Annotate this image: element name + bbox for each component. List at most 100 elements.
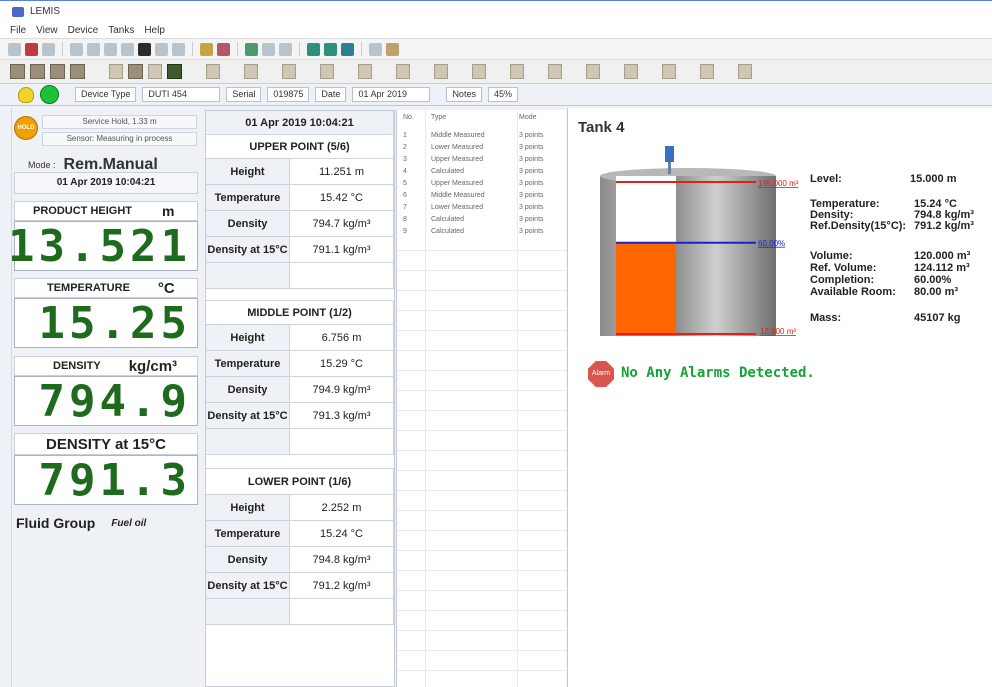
list-item[interactable]: 7 Lower Measured 3 points xyxy=(397,204,567,211)
list-item[interactable]: 8 Calculated 3 points xyxy=(397,216,567,223)
tank-8-button[interactable] xyxy=(167,64,182,79)
menu-help[interactable]: Help xyxy=(144,25,165,36)
menu-view[interactable]: View xyxy=(36,25,58,36)
filter-icon[interactable] xyxy=(172,42,185,56)
tank-16-button[interactable] xyxy=(472,64,486,79)
config-icon[interactable] xyxy=(217,42,230,56)
menu-device[interactable]: Device xyxy=(68,25,99,36)
toolbar-divider xyxy=(361,42,362,56)
middle-empty-cell xyxy=(290,429,394,455)
copy-icon[interactable] xyxy=(87,42,100,56)
print-icon[interactable] xyxy=(70,42,83,56)
menu-bar: File View Device Tanks Help xyxy=(0,22,992,38)
max-level-label: 195.000 m³ xyxy=(758,179,799,188)
temperature-caption: TEMPERATURE °C xyxy=(14,278,198,298)
export-icon[interactable] xyxy=(121,42,134,56)
tank-11-button[interactable] xyxy=(282,64,296,79)
tank-6-button[interactable] xyxy=(128,64,143,79)
middle-temperature-value: 15.29 °C xyxy=(290,351,394,377)
upper-empty-cell xyxy=(206,263,290,289)
product-height-unit: m xyxy=(162,203,175,219)
lower-height-value: 2.252 m xyxy=(290,495,394,521)
binoculars-icon[interactable] xyxy=(138,42,151,56)
upper-empty-cell xyxy=(290,263,394,289)
list-item[interactable]: 1 Middle Measured 3 points xyxy=(397,132,567,139)
upper-density-label: Density xyxy=(206,211,290,237)
tank-4-button[interactable] xyxy=(70,64,85,79)
list-item[interactable]: 4 Calculated 3 points xyxy=(397,168,567,175)
list-item[interactable]: 2 Lower Measured 3 points xyxy=(397,144,567,151)
clock-icon[interactable] xyxy=(307,42,320,56)
tank-1-button[interactable] xyxy=(10,64,25,79)
device-type-label: Device Type xyxy=(75,87,137,102)
stop-icon[interactable] xyxy=(262,42,275,56)
main-toolbar xyxy=(0,38,992,60)
tank-15-button[interactable] xyxy=(434,64,448,79)
tank-12-button[interactable] xyxy=(320,64,334,79)
middle-density15-label: Density at 15°C xyxy=(206,403,290,429)
list-item[interactable]: 5 Upper Measured 3 points xyxy=(397,180,567,187)
lower-empty-cell xyxy=(206,599,290,625)
tank-toolbar xyxy=(0,60,992,84)
save-icon[interactable] xyxy=(42,42,55,56)
list-item[interactable]: 6 Middle Measured 3 points xyxy=(397,192,567,199)
temperature-label: TEMPERATURE xyxy=(47,282,130,294)
help-icon[interactable] xyxy=(369,42,382,56)
title-bar: LEMIS xyxy=(0,0,992,22)
tank-18-button[interactable] xyxy=(548,64,562,79)
tank-3-button[interactable] xyxy=(50,64,65,79)
list-item[interactable]: 3 Upper Measured 3 points xyxy=(397,156,567,163)
chart-icon[interactable] xyxy=(155,42,168,56)
tools-icon[interactable] xyxy=(200,42,213,56)
upper-density-value: 794.7 kg/m³ xyxy=(290,211,394,237)
globe-icon[interactable] xyxy=(341,42,354,56)
fluid-group-value: Fuel oil xyxy=(111,517,147,529)
open-icon[interactable] xyxy=(25,42,38,56)
tank-22-button[interactable] xyxy=(700,64,714,79)
radar-gauge-icon xyxy=(665,146,674,162)
tank-19-button[interactable] xyxy=(586,64,600,79)
refresh-icon[interactable] xyxy=(245,42,258,56)
upper-temperature-value: 15.42 °C xyxy=(290,185,394,211)
menu-file[interactable]: File xyxy=(10,25,26,36)
tank-5-button[interactable] xyxy=(109,64,123,79)
tank-20-button[interactable] xyxy=(624,64,638,79)
density-unit: kg/cm³ xyxy=(128,357,178,375)
paste-icon[interactable] xyxy=(104,42,117,56)
lock-icon xyxy=(18,86,34,103)
list-header-no: No. xyxy=(403,114,414,121)
tank-10-button[interactable] xyxy=(244,64,258,79)
tank-21-button[interactable] xyxy=(662,64,676,79)
tank-23-button[interactable] xyxy=(738,64,752,79)
tank-fill-level xyxy=(616,242,676,336)
available-room-value: 80.00 m³ xyxy=(914,286,959,298)
tank-13-button[interactable] xyxy=(358,64,372,79)
info-icon[interactable] xyxy=(386,42,399,56)
tank-2-button[interactable] xyxy=(30,64,45,79)
menu-tanks[interactable]: Tanks xyxy=(108,25,134,36)
lower-density-value: 794.8 kg/m³ xyxy=(290,547,394,573)
tank-title: Tank 4 xyxy=(578,119,625,136)
tank-9-button[interactable] xyxy=(206,64,220,79)
tank-17-button[interactable] xyxy=(510,64,524,79)
readout-panel: HOLD Service Hold, 1.33 m Sensor: Measur… xyxy=(8,108,199,687)
display-icon[interactable] xyxy=(324,42,337,56)
product-height-label: PRODUCT HEIGHT xyxy=(33,205,132,217)
tank-14-button[interactable] xyxy=(396,64,410,79)
list-item[interactable]: 9 Calculated 3 points xyxy=(397,228,567,235)
hold-icon: HOLD xyxy=(14,116,38,140)
tank-7-button[interactable] xyxy=(148,64,162,79)
device-type-value: DUTI 454 xyxy=(142,87,221,102)
upper-height-value: 11.251 m xyxy=(290,159,394,185)
min-level-label: 12.000 m³ xyxy=(760,327,796,336)
grid-icon[interactable] xyxy=(279,42,292,56)
product-height-display: 13.521 xyxy=(8,221,198,272)
temperature-display: 15.25 xyxy=(14,298,198,349)
points-timestamp: 01 Apr 2019 10:04:21 xyxy=(206,111,394,135)
density15-display: 791.3 xyxy=(14,455,198,506)
available-room-label: Available Room: xyxy=(810,286,896,298)
notes-value: 45% xyxy=(487,87,518,102)
new-icon[interactable] xyxy=(8,42,21,56)
middle-density-label: Density xyxy=(206,377,290,403)
lower-temperature-label: Temperature xyxy=(206,521,290,547)
